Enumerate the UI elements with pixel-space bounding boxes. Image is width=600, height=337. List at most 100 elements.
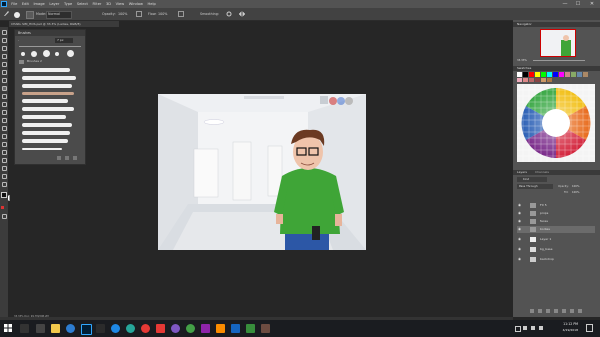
symmetry-icon[interactable] <box>238 11 246 17</box>
layer-opacity-value[interactable]: 100% <box>572 184 579 189</box>
app-icon[interactable] <box>111 324 120 333</box>
brush-preset-picker[interactable] <box>14 12 20 18</box>
path-select-tool-icon[interactable] <box>1 158 7 163</box>
minimize-button[interactable]: — <box>560 0 570 8</box>
swatches-grid[interactable] <box>517 72 595 82</box>
app-icon[interactable] <box>141 324 150 333</box>
app-icon[interactable] <box>96 324 105 333</box>
search-icon[interactable] <box>20 324 29 333</box>
brush-stroke-8[interactable] <box>22 123 72 127</box>
brush-stroke-2[interactable] <box>22 76 76 80</box>
navigator-thumbnail[interactable] <box>540 29 576 57</box>
keyboard-icon[interactable] <box>539 326 543 330</box>
quick-mask-icon[interactable] <box>1 206 4 209</box>
menu-file[interactable]: File <box>9 0 20 8</box>
navigator-zoom[interactable]: 33.33% <box>517 58 527 63</box>
close-button[interactable]: ✕ <box>587 0 597 8</box>
menu-type[interactable]: Type <box>62 0 75 8</box>
photoshop-logo-icon[interactable] <box>1 1 7 7</box>
delete-layer-icon[interactable] <box>578 309 582 313</box>
visibility-eye-icon[interactable]: ◉ <box>518 226 521 233</box>
menu-view[interactable]: View <box>113 0 126 8</box>
pen-tool-icon[interactable] <box>1 142 7 147</box>
brush-tool-active-icon[interactable] <box>1 86 7 91</box>
app-icon[interactable] <box>231 324 240 333</box>
smoothing-gear-icon[interactable] <box>226 11 232 17</box>
maximize-button[interactable]: ☐ <box>573 0 583 8</box>
delete-brush-icon[interactable] <box>73 156 77 160</box>
brush-preset-4[interactable] <box>55 52 59 56</box>
visibility-eye-icon[interactable]: ◉ <box>518 210 521 217</box>
stamp-tool-icon[interactable] <box>1 94 7 99</box>
swatches-title[interactable]: Swatches <box>517 66 531 71</box>
shape-tool-icon[interactable] <box>1 166 7 171</box>
brush-preset-3[interactable] <box>43 50 50 57</box>
screen-mode-icon[interactable] <box>1 214 7 219</box>
layer-row[interactable] <box>517 246 595 253</box>
healing-tool-icon[interactable] <box>1 78 7 83</box>
layer-style-icon[interactable] <box>538 309 542 313</box>
file-explorer-icon[interactable] <box>51 324 60 333</box>
layer-row[interactable] <box>517 236 595 243</box>
new-folder-icon[interactable] <box>65 156 69 160</box>
app-icon[interactable] <box>201 324 210 333</box>
menu-select[interactable]: Select <box>75 0 91 8</box>
tray-up-arrow-icon[interactable] <box>515 326 521 332</box>
hand-tool-icon[interactable] <box>1 174 7 179</box>
quick-select-tool-icon[interactable] <box>1 54 7 59</box>
menu-filter[interactable]: Filter <box>90 0 104 8</box>
gradient-tool-icon[interactable] <box>1 118 7 123</box>
visibility-eye-icon[interactable]: ◉ <box>518 256 521 263</box>
app-icon[interactable] <box>216 324 225 333</box>
app-icon[interactable] <box>186 324 195 333</box>
menu-window[interactable]: Window <box>126 0 145 8</box>
chrome-icon[interactable] <box>66 324 75 333</box>
visibility-eye-icon[interactable]: ◉ <box>518 246 521 253</box>
brush-stroke-5[interactable] <box>22 99 68 103</box>
brush-tool-icon[interactable] <box>3 10 10 17</box>
eyedropper-tool-icon[interactable] <box>1 70 7 75</box>
notifications-icon[interactable] <box>586 324 593 332</box>
brush-stroke-1[interactable] <box>22 68 70 72</box>
dodge-tool-icon[interactable] <box>1 134 7 139</box>
photoshop-taskbar-icon[interactable] <box>81 324 92 335</box>
menu-help[interactable]: Help <box>145 0 158 8</box>
blur-tool-icon[interactable] <box>1 126 7 131</box>
pressure-opacity-icon[interactable] <box>136 11 142 17</box>
new-layer-icon[interactable] <box>570 309 574 313</box>
layer-row-selected[interactable] <box>517 226 595 233</box>
link-layers-icon[interactable] <box>530 309 534 313</box>
airbrush-icon[interactable] <box>178 11 184 17</box>
brush-stroke-7[interactable] <box>22 115 66 119</box>
lasso-tool-icon[interactable] <box>1 46 7 51</box>
brush-preset-2[interactable] <box>31 51 37 57</box>
brush-folder-label[interactable]: Brushes 2 <box>27 59 42 64</box>
app-icon[interactable] <box>246 324 255 333</box>
history-brush-tool-icon[interactable] <box>1 102 7 107</box>
move-tool-icon[interactable] <box>1 30 7 35</box>
brush-settings-icon[interactable] <box>26 11 34 19</box>
foreground-color-swatch[interactable] <box>1 192 7 198</box>
layer-mask-icon[interactable] <box>546 309 550 313</box>
brush-stroke-11[interactable] <box>22 148 62 150</box>
navigator-zoom-slider[interactable] <box>533 60 585 61</box>
zoom-tool-icon[interactable] <box>1 182 7 187</box>
menu-3d[interactable]: 3D <box>104 0 114 8</box>
brush-preset-1[interactable] <box>21 52 25 56</box>
tab-layers[interactable]: Layers <box>517 170 527 175</box>
type-tool-icon[interactable] <box>1 150 7 155</box>
layer-row[interactable] <box>517 218 595 225</box>
menu-layer[interactable]: Layer <box>47 0 62 8</box>
color-wheel-palette[interactable] <box>517 84 595 162</box>
visibility-eye-icon[interactable]: ◉ <box>518 218 521 225</box>
taskbar-clock-date[interactable]: 4/19/2018 <box>548 328 578 333</box>
crop-tool-icon[interactable] <box>1 62 7 67</box>
eraser-tool-icon[interactable] <box>1 110 7 115</box>
brush-stroke-6[interactable] <box>22 107 74 111</box>
document-canvas[interactable] <box>158 94 366 250</box>
brush-preset-5[interactable] <box>67 50 74 57</box>
navigator-title[interactable]: Navigator <box>517 22 532 27</box>
flow-value[interactable]: 100% <box>158 10 167 18</box>
app-icon[interactable] <box>156 324 165 333</box>
layer-row[interactable] <box>517 256 595 263</box>
